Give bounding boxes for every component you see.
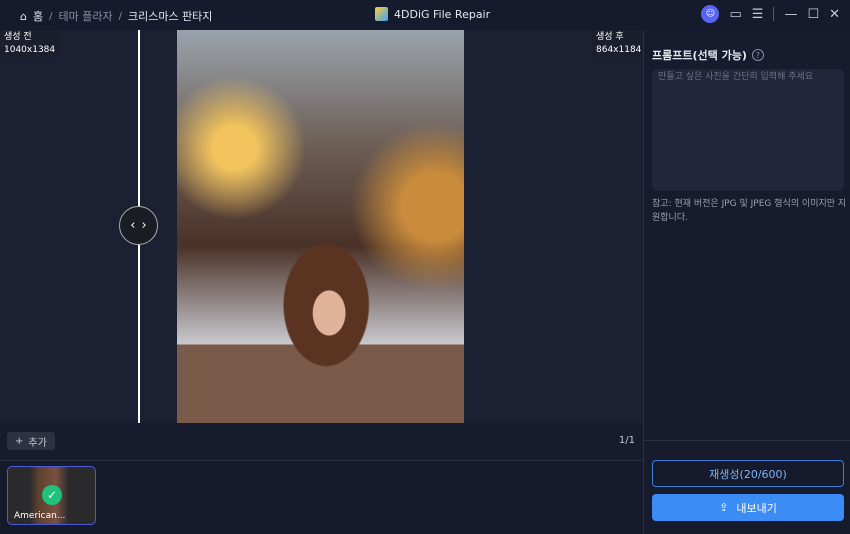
compare-slider-handle[interactable]: ‹ › <box>119 206 158 245</box>
chevron-right-icon: › <box>141 218 147 233</box>
maximize-button[interactable]: ☐ <box>807 7 819 22</box>
before-size: 1040x1384 <box>4 45 56 55</box>
divider <box>773 7 775 21</box>
format-note: 참고: 현재 버전은 JPG 및 JPEG 형식의 이미지만 지원합니다. <box>652 199 847 223</box>
home-icon[interactable]: ⌂ <box>20 10 27 23</box>
regenerate-button[interactable]: 재생성(20/600) <box>652 460 844 487</box>
after-size: 864x1184 <box>596 45 642 55</box>
thumbnail-item[interactable]: ✓ American... <box>7 466 96 525</box>
title-bar: ⌂ 홈 / 테마 플라자 / 크리스마스 판타지 4DDiG File Repa… <box>0 0 850 30</box>
after-label: 생성 후 <box>596 32 624 42</box>
thumbnail-name: American... <box>14 511 66 521</box>
upload-icon: ⇪ <box>719 501 729 514</box>
window-controls: ☺ ▭ ☰ — ☐ ✕ <box>701 5 840 23</box>
app-title: 4DDiG File Repair <box>375 7 490 21</box>
compare-canvas: ‹ › 생성 전 1040x1384 생성 후 864x1184 <box>0 30 646 423</box>
breadcrumb-separator: / <box>118 10 122 22</box>
check-icon: ✓ <box>42 485 62 505</box>
help-icon[interactable]: ? <box>751 49 764 61</box>
add-button[interactable]: + 추가 <box>7 432 55 450</box>
prompt-panel: 프롬프트(선택 가능) ? 참고: 현재 버전은 JPG 및 JPEG 형식의 … <box>643 30 850 534</box>
feedback-icon[interactable]: ▭ <box>729 7 741 22</box>
export-label: 내보내기 <box>736 501 777 515</box>
chevron-left-icon: ‹ <box>130 218 136 233</box>
breadcrumb-separator: / <box>49 10 53 22</box>
app-title-text: 4DDiG File Repair <box>394 7 491 21</box>
page-counter: 1/1 <box>618 435 635 446</box>
discord-icon[interactable]: ☺ <box>701 5 720 23</box>
after-tag: 생성 후 864x1184 <box>592 30 646 58</box>
breadcrumb-current: 크리스마스 판타지 <box>127 10 213 23</box>
breadcrumb: ⌂ 홈 / 테마 플라자 / 크리스마스 판타지 <box>20 8 212 24</box>
prompt-title-text: 프롬프트(선택 가능) <box>652 49 747 62</box>
breadcrumb-theme[interactable]: 테마 플라자 <box>58 8 112 24</box>
before-tag: 생성 전 1040x1384 <box>0 30 60 58</box>
menu-icon[interactable]: ☰ <box>752 7 764 22</box>
plus-icon: + <box>15 435 24 447</box>
app-logo-icon <box>375 7 388 21</box>
generated-image <box>177 30 464 423</box>
minimize-button[interactable]: — <box>784 7 797 22</box>
prompt-title: 프롬프트(선택 가능) ? <box>652 47 764 63</box>
divider <box>644 440 850 441</box>
close-button[interactable]: ✕ <box>829 7 840 22</box>
breadcrumb-home[interactable]: 홈 <box>33 8 43 24</box>
export-button[interactable]: ⇪ 내보내기 <box>652 494 844 521</box>
prompt-input[interactable] <box>652 69 844 191</box>
before-label: 생성 전 <box>4 32 32 42</box>
image-toolbar: + 추가 1/1 <box>0 423 643 461</box>
add-label: 추가 <box>28 437 47 449</box>
